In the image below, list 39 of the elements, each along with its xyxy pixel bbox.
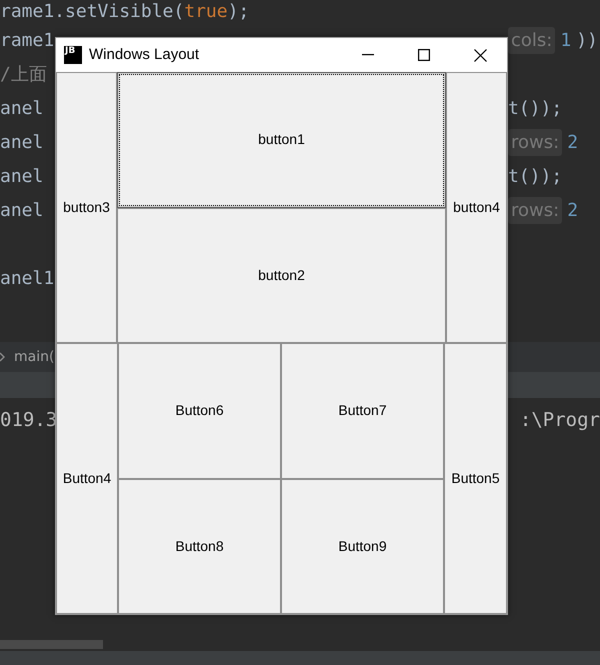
parameter-hint: cols: — [508, 26, 556, 54]
code-text: anel — [0, 96, 44, 120]
code-text: 1 — [560, 28, 572, 52]
chevron-icon — [0, 352, 6, 362]
console-text: 019.3 — [0, 408, 58, 433]
code-text: anel — [0, 164, 44, 188]
code-comment: /上面 — [0, 62, 47, 86]
swing-button[interactable]: Button5 — [444, 343, 507, 614]
console-text: :\Progr — [520, 408, 600, 433]
swing-button[interactable]: Button8 — [118, 478, 281, 614]
code-text: rame1 — [0, 28, 54, 52]
swing-button[interactable]: button2 — [117, 208, 446, 343]
code-text: ); — [228, 0, 250, 24]
code-text: )) — [576, 28, 598, 52]
code-text: anel1 — [0, 266, 54, 290]
parameter-hint: rows: — [508, 196, 562, 224]
minimize-icon — [362, 54, 374, 56]
parameter-hint: rows: — [508, 128, 562, 156]
swing-button[interactable]: button1 — [117, 72, 446, 208]
maximize-icon — [418, 49, 430, 61]
code-text: anel — [0, 198, 44, 222]
swing-button[interactable]: button3 — [56, 72, 117, 343]
scrollbar-thumb[interactable] — [0, 640, 103, 649]
code-text: t()); — [508, 164, 562, 188]
code-text: t()); — [508, 96, 562, 120]
code-text: rame1.setVisible( — [0, 0, 184, 24]
window-title: Windows Layout — [89, 44, 200, 65]
swing-button[interactable]: Button7 — [281, 343, 444, 478]
breadcrumb-item[interactable]: main( — [14, 346, 54, 368]
swing-button[interactable]: Button4 — [56, 343, 118, 614]
app-logo: JB — [64, 46, 82, 64]
code-text: 2 — [567, 130, 578, 154]
code-text: 2 — [567, 198, 578, 222]
code-text: true — [184, 0, 228, 24]
close-icon — [474, 48, 486, 62]
swing-button[interactable]: Button9 — [281, 478, 444, 614]
swing-button[interactable]: button4 — [446, 72, 507, 343]
code-text: anel — [0, 130, 44, 154]
swing-button[interactable]: Button6 — [118, 343, 281, 478]
